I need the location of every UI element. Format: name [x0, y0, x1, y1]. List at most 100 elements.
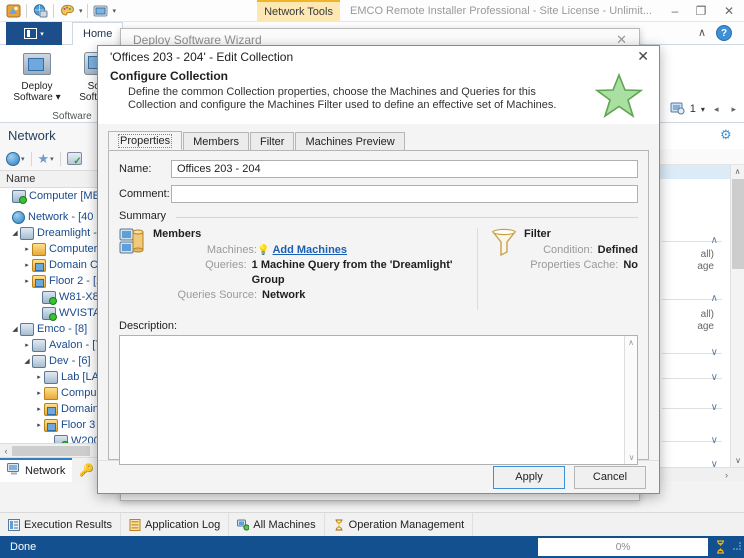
content-vertical-scrollbar[interactable]: ∧ ∨: [730, 165, 744, 467]
file-menu-button[interactable]: ▾: [6, 22, 62, 45]
dialog-close-button[interactable]: ✕: [637, 48, 649, 65]
contextual-tab-network-tools[interactable]: Network Tools: [257, 0, 340, 22]
tab-machines-preview[interactable]: Machines Preview: [295, 132, 404, 150]
bottom-tab-bar: Execution Results Application Log All Ma…: [0, 512, 744, 536]
group-label-2: age: [697, 261, 714, 272]
progress-label: 0%: [616, 542, 630, 553]
group-chevron-up-2[interactable]: ∧: [711, 293, 718, 304]
filter-cache-value: No: [623, 258, 638, 273]
description-scroll-down-icon[interactable]: ∨: [625, 451, 638, 464]
palette-caret-icon[interactable]: ▾: [79, 7, 83, 15]
filter-cache-key: Properties Cache:: [530, 258, 618, 273]
folder-icon: [44, 387, 58, 400]
tab-filter[interactable]: Filter: [250, 132, 294, 150]
scroll-down-icon[interactable]: ∨: [731, 454, 744, 467]
left-tab-network[interactable]: Network: [0, 458, 72, 482]
collapse-ribbon-icon[interactable]: ∧: [698, 26, 706, 39]
tree-item-label: Floor 3: [61, 419, 95, 431]
minimize-button[interactable]: –: [662, 0, 688, 22]
network-globe-button[interactable]: ▾: [6, 152, 25, 166]
group-chevron-up-1[interactable]: ∧: [711, 235, 718, 246]
palette-icon[interactable]: [58, 2, 76, 20]
resize-grip[interactable]: [732, 541, 744, 554]
tree-twisty[interactable]: ▸: [22, 341, 32, 349]
help-icon[interactable]: ?: [716, 25, 732, 41]
description-scrollbar[interactable]: ∧ ∨: [624, 336, 637, 464]
collection-caret-icon[interactable]: ▾: [701, 105, 705, 114]
computer-icon: [42, 307, 56, 320]
ribbon-tab-home[interactable]: Home: [72, 22, 123, 46]
hscroll-right-icon[interactable]: ›: [725, 470, 744, 480]
nav-next-icon[interactable]: ▸: [723, 104, 736, 115]
bottom-tab-all-machines-label: All Machines: [253, 519, 315, 531]
star-icon: [595, 73, 643, 119]
tab-members[interactable]: Members: [183, 132, 249, 150]
screen-icon[interactable]: [92, 2, 110, 20]
all-machines-icon: [237, 519, 249, 531]
bottom-tab-all-machines[interactable]: All Machines: [229, 513, 324, 537]
tree-twisty[interactable]: ▸: [34, 389, 44, 397]
add-machines-link[interactable]: Add Machines: [272, 243, 347, 258]
contextual-tab-label: Network Tools: [264, 6, 333, 18]
maximize-button[interactable]: ❐: [688, 0, 714, 22]
hscroll-left-icon[interactable]: ‹: [0, 446, 12, 456]
name-input[interactable]: Offices 203 - 204: [171, 160, 638, 178]
tree-twisty[interactable]: ▸: [34, 373, 44, 381]
status-text: Done: [0, 541, 36, 553]
members-machines-row: Machines: 💡 Add Machines: [153, 243, 465, 258]
quick-access-toolbar: ▾ ▾: [0, 2, 116, 20]
bottom-tab-application-log[interactable]: Application Log: [121, 513, 229, 537]
scroll-up-icon[interactable]: ∧: [731, 165, 744, 178]
comment-input[interactable]: [171, 185, 638, 203]
gear-icon[interactable]: ⚙: [720, 127, 734, 141]
tree-twisty[interactable]: ▸: [34, 421, 44, 429]
tree-twisty[interactable]: ▸: [34, 405, 44, 413]
group-chevron-down-4[interactable]: ∨: [711, 435, 718, 446]
tree-twisty[interactable]: ◢: [10, 229, 20, 237]
group-chevron-down-2[interactable]: ∨: [711, 372, 718, 383]
tab-properties[interactable]: Properties: [108, 131, 182, 150]
group-chevron-down-1[interactable]: ∨: [711, 347, 718, 358]
dialog-tab-bar: Properties Members Filter Machines Previ…: [108, 132, 649, 151]
qat-divider-2: [53, 4, 54, 18]
dialog-title-bar: 'Offices 203 - 204' - Edit Collection ✕: [98, 46, 659, 67]
collection-badge-icon[interactable]: [670, 101, 685, 118]
tree-twisty[interactable]: ▸: [22, 277, 32, 285]
group-chevron-down-3[interactable]: ∨: [711, 402, 718, 413]
description-textarea[interactable]: ∧ ∨: [119, 335, 638, 465]
bottom-tab-execution-results[interactable]: Execution Results: [0, 513, 121, 537]
tab-filter-label: Filter: [260, 136, 284, 148]
key-tab-icon: 🔑: [79, 463, 94, 477]
tree-twisty[interactable]: ▸: [22, 245, 32, 253]
funnel-icon: [490, 228, 524, 310]
globe-icon[interactable]: [31, 2, 49, 20]
summary-content: Members Machines: 💡 Add Machines Queries…: [119, 228, 638, 310]
window-controls: – ❐ ✕: [662, 0, 744, 22]
members-heading: Members: [153, 228, 465, 240]
scroll-thumb[interactable]: [732, 179, 744, 269]
name-label: Name:: [119, 163, 171, 175]
summary-group-label: Summary: [119, 210, 171, 222]
apply-button[interactable]: Apply: [493, 466, 565, 489]
hscroll-thumb[interactable]: [12, 446, 90, 456]
cancel-button[interactable]: Cancel: [574, 466, 646, 489]
tree-twisty[interactable]: ▸: [22, 261, 32, 269]
tree-twisty[interactable]: ◢: [22, 357, 32, 365]
left-tab-network-label: Network: [25, 465, 65, 477]
hourglass-icon: [708, 540, 732, 554]
close-button[interactable]: ✕: [714, 0, 744, 22]
group-icon: [20, 323, 34, 336]
save-icon[interactable]: [4, 2, 22, 20]
toolbar-divider-1: [31, 152, 32, 166]
tree-twisty[interactable]: ◢: [10, 325, 20, 333]
deploy-software-button[interactable]: Deploy Software ▾: [6, 45, 68, 105]
description-scroll-up-icon[interactable]: ∧: [625, 336, 637, 349]
group-label-1: all): [701, 249, 714, 260]
description-label: Description:: [119, 320, 638, 332]
bottom-tab-operation-management[interactable]: Operation Management: [325, 513, 474, 537]
ribbon-tab-home-label: Home: [83, 28, 112, 40]
nav-prev-icon[interactable]: ◂: [710, 104, 719, 115]
validate-machine-button[interactable]: [67, 152, 82, 165]
customize-caret-icon[interactable]: ▾: [113, 7, 117, 15]
favorites-star-button[interactable]: ★▾: [38, 151, 54, 167]
